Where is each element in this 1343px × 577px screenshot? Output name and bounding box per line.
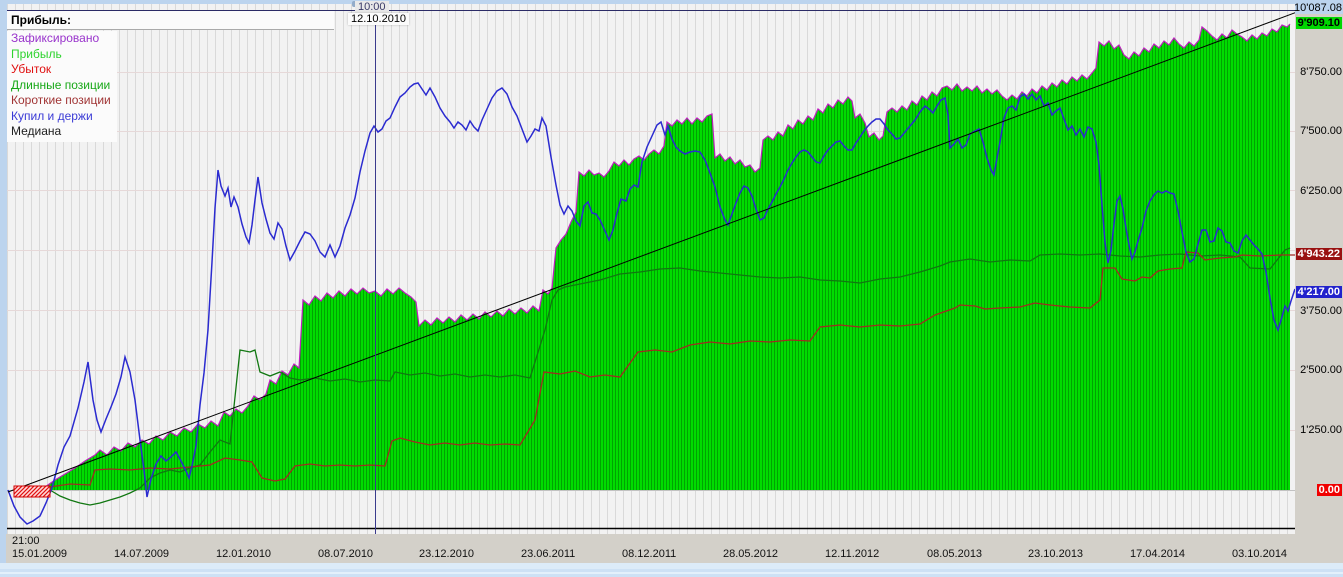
value-badge-6: 4'217.00 bbox=[1295, 286, 1342, 298]
cursor-time-label: 10:00 bbox=[355, 1, 389, 13]
date-tick-9: 08.05.2013 bbox=[927, 548, 983, 560]
legend-item-4: Короткие позиции bbox=[11, 93, 111, 107]
legend-item-3: Длинные позиции bbox=[11, 77, 111, 92]
time-axis-strip: 21:00 15.01.2009 14.07.2009 12.01.2010 08.0… bbox=[6, 534, 1343, 563]
date-tick-0: 15.01.2009 bbox=[12, 548, 68, 560]
date-tick-3: 08.07.2010 bbox=[318, 548, 374, 560]
date-tick-7: 28.05.2012 bbox=[723, 548, 779, 560]
value-tick-4: 6'250.00 bbox=[1300, 185, 1342, 197]
value-tick-8: 2'500.00 bbox=[1300, 364, 1342, 376]
legend-item-2: Убыток bbox=[11, 62, 52, 76]
date-tick-10: 23.10.2013 bbox=[1028, 548, 1084, 560]
value-badge-10: 0.00 bbox=[1316, 484, 1342, 496]
date-tick-1: 14.07.2009 bbox=[114, 548, 170, 560]
date-tick-12: 03.10.2014 bbox=[1232, 548, 1288, 560]
legend-item-6: Медиана bbox=[11, 124, 62, 138]
value-badge-1: 9'909.10 bbox=[1295, 17, 1342, 29]
value-tick-0: 10'087.08 bbox=[1294, 2, 1342, 14]
cursor-date-label: 12.10.2010 bbox=[348, 13, 410, 25]
window-bottom-border bbox=[0, 563, 1343, 577]
date-tick-4: 23.12.2010 bbox=[419, 548, 475, 560]
date-tick-5: 23.06.2011 bbox=[521, 548, 576, 560]
value-tick-3: 7'500.00 bbox=[1300, 125, 1342, 137]
chart-window: 10'087.08 9'909.10 8'750.00 7'500.00 6'250.0… bbox=[0, 0, 1343, 577]
legend: Зафиксировано Прибыль Убыток Длинные позици… bbox=[7, 31, 117, 142]
axis-start-time: 21:00 bbox=[12, 535, 40, 547]
date-tick-8: 12.11.2012 bbox=[825, 548, 880, 560]
date-tick-11: 17.04.2014 bbox=[1130, 548, 1186, 560]
date-tick-6: 08.12.2011 bbox=[622, 548, 677, 560]
legend-item-0: Зафиксировано bbox=[11, 31, 100, 45]
value-badge-5: 4'943.22 bbox=[1295, 248, 1342, 260]
value-tick-9: 1'250.00 bbox=[1300, 424, 1342, 436]
legend-item-1: Прибыль bbox=[11, 46, 62, 61]
value-tick-2: 8'750.00 bbox=[1300, 66, 1342, 78]
date-tick-2: 12.01.2010 bbox=[216, 548, 272, 560]
chart-plot-area[interactable] bbox=[7, 4, 1295, 534]
legend-item-5: Купил и держи bbox=[11, 108, 93, 123]
value-tick-7: 3'750.00 bbox=[1300, 305, 1342, 317]
legend-title: Прибыль: bbox=[7, 11, 334, 30]
